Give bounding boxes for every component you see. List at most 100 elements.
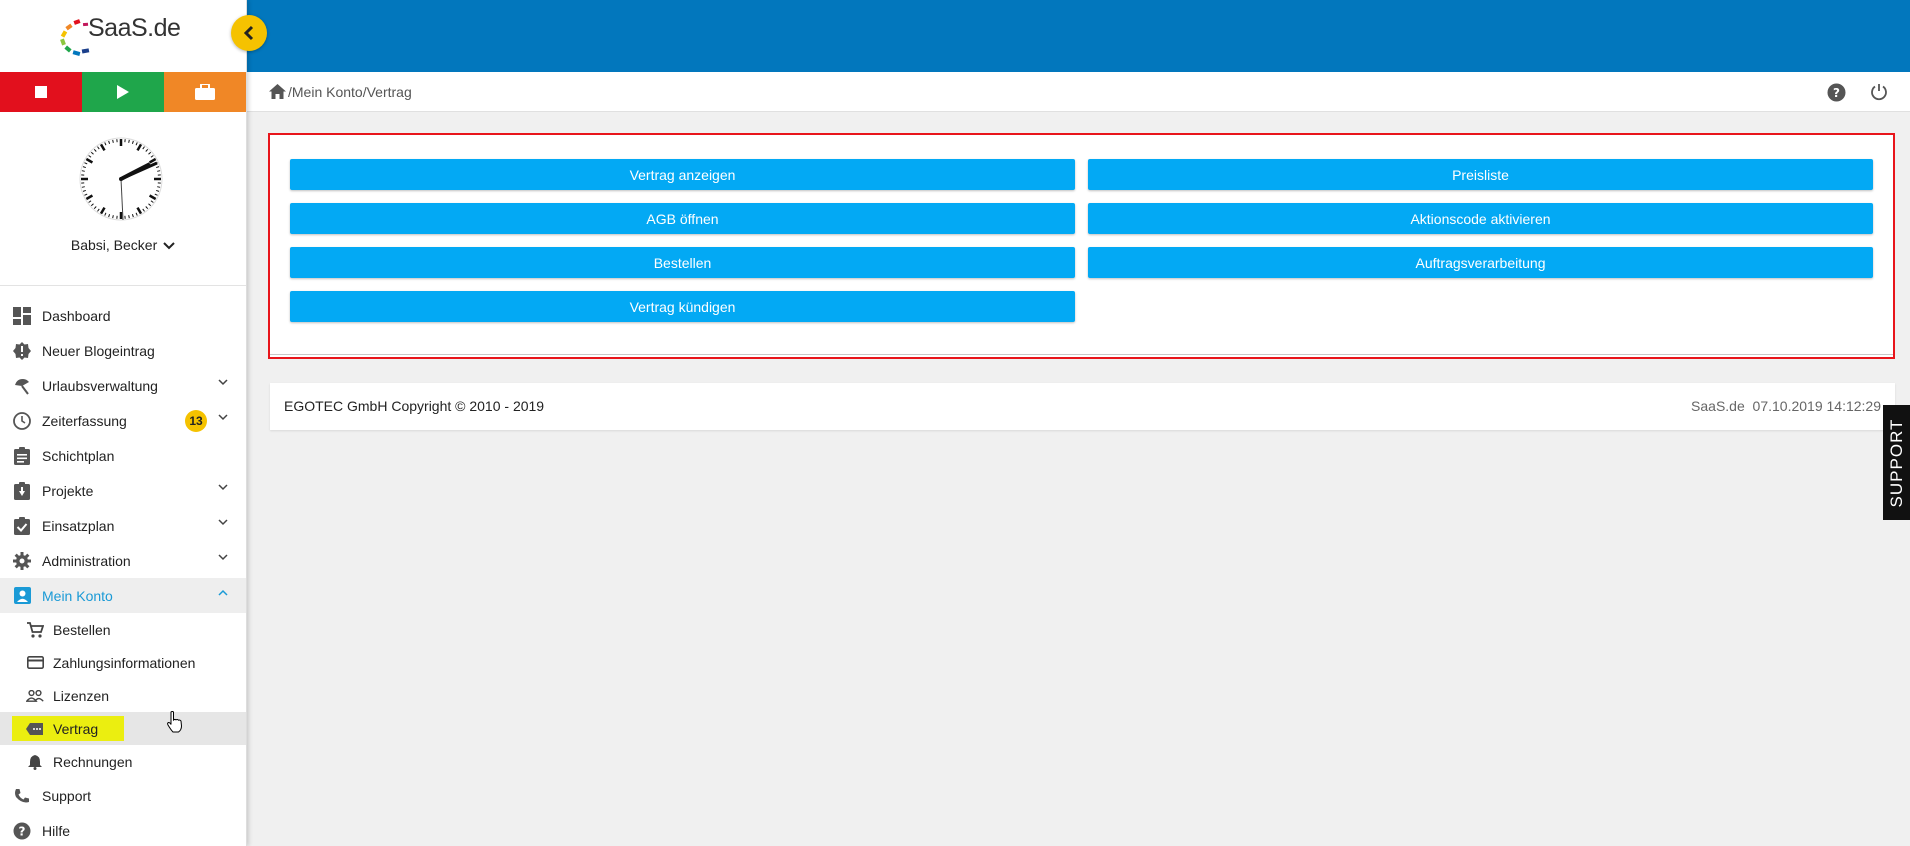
clock-tick bbox=[81, 186, 85, 188]
breadcrumb-item-mein-konto[interactable]: Mein Konto bbox=[292, 84, 363, 100]
contract-tag-icon bbox=[26, 720, 44, 738]
subnav-item-lizenzen[interactable]: Lizenzen bbox=[0, 679, 246, 712]
break-button[interactable] bbox=[164, 72, 246, 112]
sidebar-item-label: Zeiterfassung bbox=[42, 412, 127, 429]
footer: EGOTEC GmbH Copyright © 2010 - 2019 SaaS… bbox=[270, 383, 1895, 430]
sidebar-item-projekte[interactable]: Projekte bbox=[0, 473, 246, 508]
logo-area: SaaS.de bbox=[0, 0, 246, 72]
sidebar-item-label: Administration bbox=[42, 552, 131, 569]
sidebar-item-blog[interactable]: Neuer Blogeintrag bbox=[0, 333, 246, 368]
aktionscode-aktivieren-button[interactable]: Aktionscode aktivieren bbox=[1088, 203, 1873, 234]
stop-icon bbox=[35, 86, 47, 98]
account-box-icon bbox=[12, 586, 32, 606]
clipboard-check-icon bbox=[12, 516, 32, 536]
panel-divider bbox=[270, 354, 1893, 355]
sidebar-item-label: Dashboard bbox=[42, 307, 111, 324]
sidebar-item-hilfe[interactable]: ? Hilfe bbox=[0, 813, 246, 846]
chevron-down-icon bbox=[218, 379, 228, 386]
subnav-item-label: Bestellen bbox=[53, 621, 111, 638]
copyright-text: EGOTEC GmbH Copyright © 2010 - 2019 bbox=[284, 398, 545, 414]
dashboard-icon bbox=[12, 306, 32, 326]
clock-tick bbox=[81, 170, 85, 172]
bell-icon bbox=[26, 753, 44, 771]
user-name: Babsi, Becker bbox=[70, 237, 158, 253]
support-tab-label: SUPPORT bbox=[1886, 418, 1906, 507]
time-tracker-bar bbox=[0, 72, 246, 112]
sidebar-item-label: Support bbox=[42, 787, 92, 804]
top-bar bbox=[247, 0, 1910, 72]
chevron-down-icon bbox=[218, 414, 228, 421]
sidebar-item-label: Schichtplan bbox=[42, 447, 115, 464]
phone-icon bbox=[12, 786, 32, 806]
chevron-up-icon bbox=[218, 589, 228, 596]
cart-icon bbox=[26, 621, 44, 639]
clock-tick bbox=[128, 215, 130, 219]
clock-tick bbox=[112, 215, 114, 219]
sidebar-item-label: Mein Konto bbox=[42, 587, 113, 604]
contract-actions-panel: Vertrag anzeigen Preisliste AGB öffnen A… bbox=[268, 133, 1895, 359]
svg-text:?: ? bbox=[1833, 86, 1840, 100]
subnav-item-label: Zahlungsinformationen bbox=[53, 654, 196, 671]
bestellen-button[interactable]: Bestellen bbox=[290, 247, 1075, 278]
sidebar-item-label: Neuer Blogeintrag bbox=[42, 342, 155, 359]
sidebar-item-administration[interactable]: Administration bbox=[0, 543, 246, 578]
clock-tick bbox=[157, 170, 161, 172]
logo-text: SaaS.de bbox=[88, 14, 181, 42]
briefcase-icon bbox=[195, 84, 215, 100]
play-button[interactable] bbox=[82, 72, 164, 112]
chevron-down-icon bbox=[218, 554, 228, 561]
sidebar-item-support[interactable]: Support bbox=[0, 778, 246, 813]
sidebar-item-einsatzplan[interactable]: Einsatzplan bbox=[0, 508, 246, 543]
collapse-sidebar-button[interactable] bbox=[231, 15, 267, 51]
subnav-item-bestellen[interactable]: Bestellen bbox=[0, 613, 246, 646]
play-icon bbox=[117, 85, 129, 99]
sidebar-item-dashboard[interactable]: Dashboard bbox=[0, 298, 246, 333]
chevron-down-icon bbox=[218, 519, 228, 526]
vertrag-kuendigen-button[interactable]: Vertrag kündigen bbox=[290, 291, 1075, 322]
vertrag-anzeigen-button[interactable]: Vertrag anzeigen bbox=[290, 159, 1075, 190]
home-icon[interactable] bbox=[269, 84, 286, 99]
subnav-item-label: Vertrag bbox=[53, 720, 99, 737]
sidebar: SaaS.de Babsi, Becker Dashboard Neuer Bl… bbox=[0, 0, 247, 846]
stop-button[interactable] bbox=[0, 72, 82, 112]
footer-timestamp: SaaS.de 07.10.2019 14:12:29 bbox=[1691, 398, 1881, 414]
sidebar-item-urlaub[interactable]: Urlaubsverwaltung bbox=[0, 368, 246, 403]
beach-icon bbox=[12, 376, 32, 396]
credit-card-icon bbox=[26, 654, 44, 672]
sidebar-item-mein-konto[interactable]: Mein Konto bbox=[0, 578, 246, 613]
gear-icon bbox=[12, 551, 32, 571]
hand-cursor-icon bbox=[167, 711, 183, 733]
support-tab[interactable]: SUPPORT bbox=[1883, 405, 1910, 520]
sidebar-item-label: Projekte bbox=[42, 482, 94, 499]
sidebar-nav: Dashboard Neuer Blogeintrag Urlaubsverwa… bbox=[0, 286, 246, 846]
breadcrumb-item-vertrag: Vertrag bbox=[366, 83, 412, 100]
clock-tick bbox=[112, 139, 114, 143]
sidebar-item-label: Urlaubsverwaltung bbox=[42, 377, 158, 394]
chevron-left-icon bbox=[243, 25, 254, 41]
logo-icon bbox=[60, 19, 90, 56]
preisliste-button[interactable]: Preisliste bbox=[1088, 159, 1873, 190]
svg-text:?: ? bbox=[19, 824, 26, 838]
agb-oeffnen-button[interactable]: AGB öffnen bbox=[290, 203, 1075, 234]
breadcrumb: / Mein Konto / Vertrag ? bbox=[247, 72, 1910, 112]
clipboard-icon bbox=[12, 446, 32, 466]
subnav-item-vertrag[interactable]: Vertrag bbox=[0, 712, 246, 745]
clock-icon bbox=[12, 411, 32, 431]
sidebar-item-label: Hilfe bbox=[42, 822, 71, 839]
help-circle-icon: ? bbox=[12, 821, 32, 841]
subnav-item-label: Rechnungen bbox=[53, 753, 133, 770]
subnav-item-zahlungsinformationen[interactable]: Zahlungsinformationen bbox=[0, 646, 246, 679]
clock-tick bbox=[157, 186, 161, 188]
auftragsverarbeitung-button[interactable]: Auftragsverarbeitung bbox=[1088, 247, 1873, 278]
sidebar-item-zeiterfassung[interactable]: Zeiterfassung 13 bbox=[0, 403, 246, 438]
chevron-down-icon bbox=[218, 484, 228, 491]
notification-badge: 13 bbox=[185, 410, 207, 432]
user-menu[interactable]: Babsi, Becker bbox=[0, 237, 246, 253]
help-icon[interactable]: ? bbox=[1827, 83, 1846, 102]
sidebar-item-schichtplan[interactable]: Schichtplan bbox=[0, 438, 246, 473]
clipboard-download-icon bbox=[12, 481, 32, 501]
badge-alert-icon bbox=[12, 341, 32, 361]
chevron-down-icon bbox=[163, 242, 175, 250]
power-icon[interactable] bbox=[1870, 83, 1888, 101]
subnav-item-rechnungen[interactable]: Rechnungen bbox=[0, 745, 246, 778]
